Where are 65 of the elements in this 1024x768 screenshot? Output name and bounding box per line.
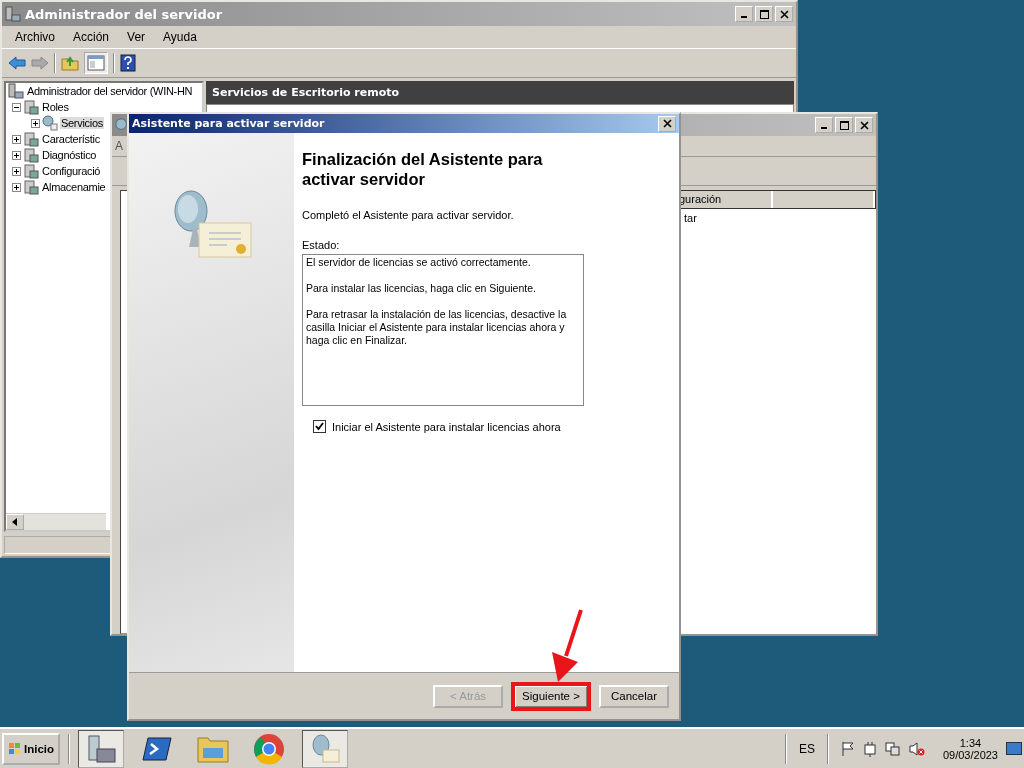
expand-toggle[interactable] <box>12 150 21 160</box>
status-text: Para retrasar la instalación de las licencias, desactive la casilla Iniciar el Asistente para instalar licencias ahora y haga clic en Finalizar. <box>306 308 568 347</box>
table-cell-text: tar <box>683 211 698 226</box>
tree-item[interactable]: Característic <box>41 133 101 145</box>
tree-item[interactable]: Roles <box>41 101 70 113</box>
tree-item[interactable]: Configuració <box>41 165 102 177</box>
close-icon <box>859 120 869 130</box>
menu-item[interactable]: Archivo <box>6 30 64 44</box>
menu-item[interactable]: Acción <box>64 30 119 44</box>
close-icon <box>662 119 672 128</box>
expand-toggle[interactable] <box>12 182 21 192</box>
node-icon <box>23 131 39 147</box>
satellite-icon <box>42 115 58 131</box>
node-icon <box>23 179 39 195</box>
pane-title: Servicios de Escritorio remoto <box>206 81 794 104</box>
intro-text: Completó el Asistente para activar servidor. <box>302 209 515 221</box>
clock-time[interactable]: 1:34 <box>959 736 982 749</box>
checkbox[interactable] <box>313 420 326 433</box>
network-icon[interactable] <box>884 740 901 757</box>
clock-date[interactable]: 09/03/2023 <box>942 748 998 761</box>
help-icon[interactable] <box>120 54 136 72</box>
minimize-icon <box>741 16 747 18</box>
expand-toggle[interactable] <box>12 102 21 112</box>
status-label: Estado: <box>302 239 341 251</box>
satellite-icon <box>115 118 129 132</box>
start-logo-icon <box>8 741 22 756</box>
expand-toggle[interactable] <box>12 134 21 144</box>
start-button[interactable]: Inicio <box>2 732 61 765</box>
taskbar-button[interactable] <box>302 729 349 768</box>
status-text: El servidor de licencias se activó correctamente. <box>306 256 532 269</box>
node-icon <box>23 147 39 163</box>
expand-toggle[interactable] <box>12 166 21 176</box>
menu-item[interactable]: A <box>115 139 123 153</box>
volume-muted-icon[interactable] <box>908 740 925 757</box>
close-button[interactable] <box>658 115 676 132</box>
wizard-button[interactable]: Cancelar <box>599 684 669 708</box>
maximize-icon <box>839 120 849 130</box>
language-indicator[interactable]: ES <box>798 741 815 756</box>
dialog-title: Asistente para activar servidor <box>132 117 325 130</box>
menu-item[interactable]: Ver <box>118 30 155 44</box>
wizard-heading: Finalización del Asistente para activar servidor <box>302 149 544 189</box>
expand-toggle[interactable] <box>31 118 40 128</box>
server-icon <box>8 83 24 99</box>
scroll-bar[interactable] <box>6 513 106 530</box>
plug-icon[interactable] <box>862 740 877 757</box>
console-tree-icon[interactable] <box>84 52 108 74</box>
status-text: Para instalar las licencias, haga clic en Siguiente. <box>306 282 537 295</box>
maximize-icon <box>759 9 769 19</box>
wizard-button[interactable]: Siguiente > <box>511 681 591 711</box>
back-icon[interactable] <box>8 56 26 70</box>
window-title: Administrador del servidor <box>25 6 223 22</box>
node-icon <box>23 99 39 115</box>
tree-item[interactable]: Administrador del servidor (WIN-HN <box>26 85 194 97</box>
checkbox-label[interactable]: Iniciar el Asistente para instalar licencias ahora <box>332 420 561 433</box>
taskbar-button[interactable] <box>78 729 125 768</box>
node-icon <box>23 163 39 179</box>
server-icon <box>5 6 21 22</box>
menu-item[interactable]: Ayuda <box>154 30 206 44</box>
minimize-icon <box>821 127 827 129</box>
flag-icon[interactable] <box>840 740 855 757</box>
tree-item[interactable]: Servicios <box>60 117 104 129</box>
close-icon <box>779 9 789 19</box>
tree-item[interactable]: Almacenamie <box>41 181 107 193</box>
show-desktop-icon[interactable] <box>1006 741 1022 756</box>
tree-item[interactable]: Diagnóstico <box>41 149 98 161</box>
